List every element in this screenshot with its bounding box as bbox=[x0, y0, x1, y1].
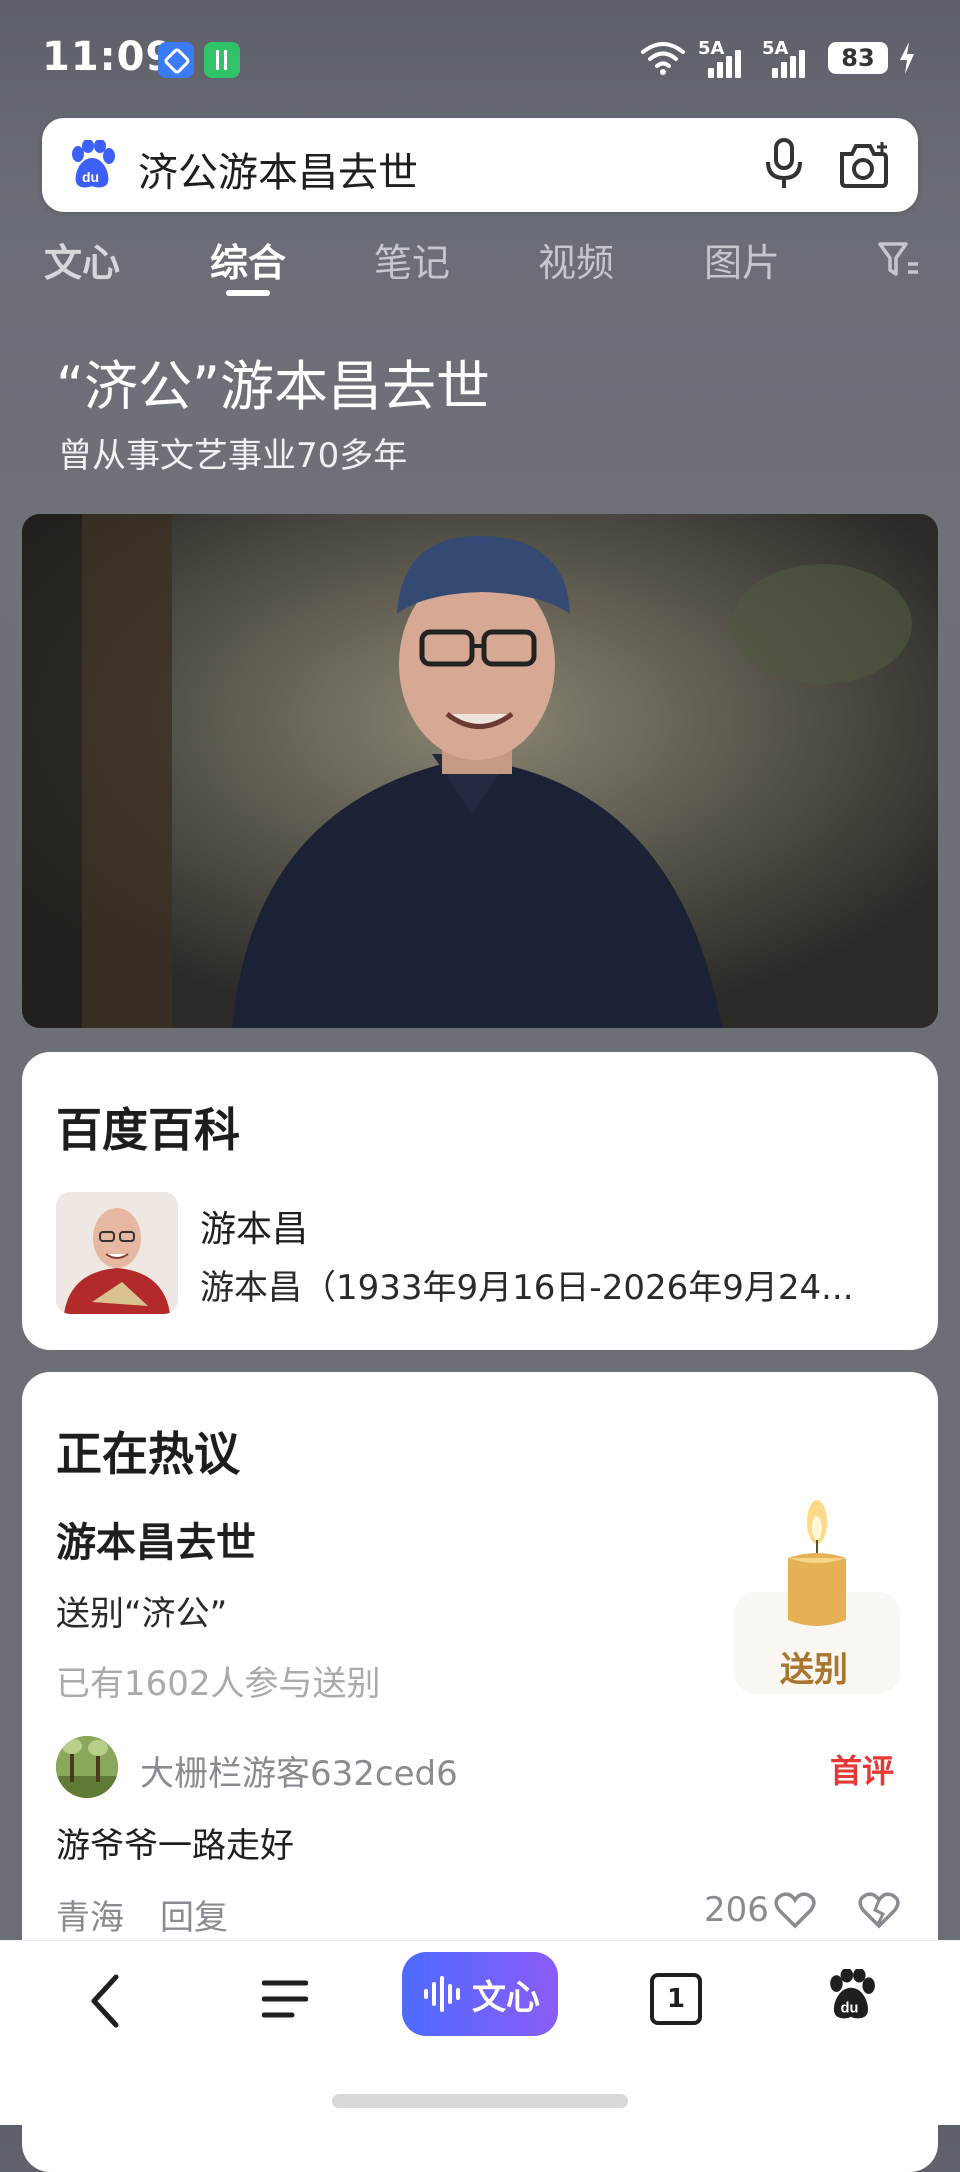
avatar[interactable] bbox=[56, 1736, 118, 1798]
news-headline[interactable]: “济公”游本昌去世 bbox=[56, 342, 490, 421]
tab-video[interactable]: 视频 bbox=[538, 232, 614, 287]
wenxin-wave-icon bbox=[422, 1974, 468, 2018]
svg-text:du: du bbox=[82, 169, 99, 185]
camera-search-icon[interactable] bbox=[836, 140, 892, 194]
like-count: 206 bbox=[704, 1890, 769, 1930]
hero-photo[interactable] bbox=[22, 514, 938, 1028]
first-comment-badge: 首评 bbox=[830, 1752, 895, 1790]
farewell-button[interactable]: 送别 bbox=[734, 1500, 900, 1694]
farewell-label: 送别 bbox=[780, 1650, 848, 1690]
topic-subtitle: 送别“济公” bbox=[56, 1594, 228, 1634]
tabs-count: 1 bbox=[666, 1984, 686, 2014]
app-notification-icon bbox=[158, 42, 194, 78]
baike-card[interactable]: 百度百科 游本昌 游本昌（1933年9月16日-2026年9月24... bbox=[22, 1052, 938, 1350]
tabs-count-button[interactable]: 1 bbox=[650, 1973, 702, 2025]
hot-section-title: 正在热议 bbox=[56, 1427, 240, 1481]
participant-count: 已有1602人参与送别 bbox=[56, 1664, 381, 1704]
wenxin-label: 文心 bbox=[472, 1978, 540, 2018]
baidu-logo-icon: du bbox=[68, 139, 116, 194]
reply-button[interactable]: 回复 bbox=[160, 1890, 228, 1939]
wifi-icon bbox=[640, 40, 686, 80]
status-bar: 11:09 5A 5A 83 bbox=[0, 0, 960, 118]
tab-notes[interactable]: 笔记 bbox=[374, 232, 450, 287]
tab-wenxin[interactable]: 文心 bbox=[44, 232, 120, 287]
candle-icon bbox=[782, 1500, 852, 1644]
news-subtitle: 曾从事文艺事业70多年 bbox=[58, 436, 408, 476]
comment-location: 青海 bbox=[56, 1898, 124, 1938]
charging-icon bbox=[898, 42, 916, 78]
cellular-signal-icon: 5A bbox=[762, 38, 805, 78]
tab-images[interactable]: 图片 bbox=[704, 232, 780, 287]
cellular-signal-icon: 5A bbox=[698, 38, 741, 78]
search-bar[interactable]: du 济公游本昌去世 bbox=[42, 118, 918, 212]
baike-entry-title[interactable]: 游本昌 bbox=[200, 1200, 308, 1252]
data-transfer-icon bbox=[204, 42, 240, 78]
baidu-home-icon[interactable]: du bbox=[826, 1967, 876, 2025]
like-heart-icon[interactable] bbox=[774, 1892, 816, 1934]
active-tab-indicator bbox=[226, 290, 270, 296]
topic-title[interactable]: 游本昌去世 bbox=[56, 1510, 256, 1568]
home-indicator[interactable] bbox=[332, 2094, 628, 2108]
menu-icon[interactable] bbox=[261, 1977, 309, 2025]
status-time: 11:09 bbox=[42, 34, 175, 80]
battery-icon: 83 bbox=[828, 42, 888, 74]
baike-thumbnail[interactable] bbox=[56, 1192, 178, 1314]
baike-entry-desc: 游本昌（1933年9月16日-2026年9月24... bbox=[200, 1268, 854, 1308]
comment-text[interactable]: 游爷爷一路走好 bbox=[56, 1818, 294, 1867]
search-input[interactable]: 济公游本昌去世 bbox=[138, 140, 418, 198]
tab-general[interactable]: 综合 bbox=[210, 232, 286, 287]
baike-section-title: 百度百科 bbox=[56, 1103, 240, 1157]
filter-icon[interactable] bbox=[878, 240, 920, 284]
svg-text:du: du bbox=[841, 2001, 859, 2017]
search-tabs: 文心 综合 笔记 视频 图片 bbox=[0, 226, 960, 306]
comment-username[interactable]: 大栅栏游客632ced6 bbox=[140, 1746, 458, 1795]
microphone-icon[interactable] bbox=[764, 138, 804, 194]
broken-heart-icon[interactable] bbox=[858, 1892, 900, 1934]
battery-level: 83 bbox=[841, 44, 875, 72]
wenxin-button[interactable]: 文心 bbox=[402, 1952, 558, 2036]
back-icon[interactable] bbox=[88, 1973, 124, 2033]
